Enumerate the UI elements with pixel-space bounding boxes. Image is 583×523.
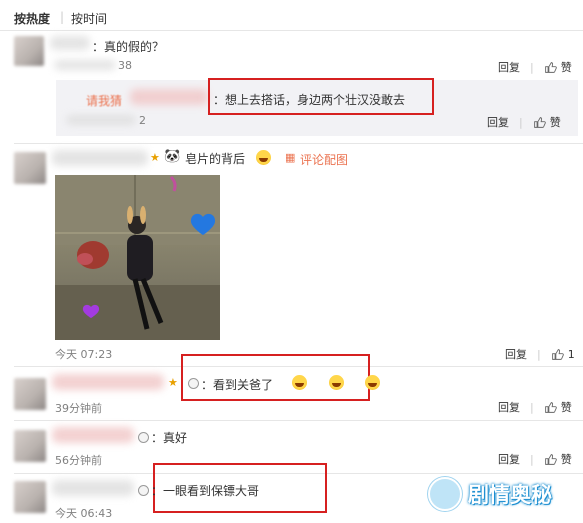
like-icon[interactable] [544, 401, 557, 414]
like-button[interactable]: 赞 [561, 59, 572, 75]
like-button[interactable]: 赞 [550, 114, 561, 130]
reply-username[interactable]: 请我猜 [86, 92, 122, 109]
blurred-time [54, 60, 116, 70]
action-separator: | [519, 115, 523, 129]
avatar[interactable] [14, 481, 46, 513]
laughing-emoji-icon [291, 375, 307, 390]
reply-button[interactable]: 回复 [498, 451, 520, 467]
comment-text: ：一眼看到保镖大哥 [151, 484, 260, 498]
avatar[interactable] [14, 36, 44, 66]
reply-button[interactable]: 回复 [498, 399, 520, 415]
divider [14, 420, 583, 421]
comment-time: 56分钟前 [55, 454, 102, 467]
comment-picture-link[interactable]: 评论配图 [300, 151, 348, 168]
blurred-username [130, 89, 208, 105]
watermark-text: 剧情奥秘 [468, 483, 552, 507]
blurred-username [52, 150, 148, 166]
comment-time: 39分钟前 [55, 402, 102, 415]
sort-by-hot[interactable]: 按热度 [14, 10, 50, 27]
action-separator: | [530, 60, 534, 74]
comment-actions: 回复 | 1 [505, 346, 575, 362]
comment-actions: 回复 | 赞 [498, 451, 572, 467]
comment-text: ：真好 [151, 431, 188, 445]
reply-button[interactable]: 回复 [505, 346, 527, 362]
avatar[interactable] [14, 430, 46, 462]
medal-icon [138, 485, 149, 496]
reply-actions: 回复 | 赞 [487, 114, 561, 130]
action-separator: | [530, 452, 534, 466]
like-icon[interactable] [544, 61, 557, 74]
blurred-username [50, 36, 90, 50]
badge-icon: ★ [168, 376, 178, 389]
sort-by-time[interactable]: 按时间 [71, 10, 107, 27]
reply-time: 2 [139, 114, 146, 127]
picture-link-icon[interactable]: ▦ [285, 151, 295, 164]
comment-time: 今天 07:23 [55, 348, 113, 361]
comment-time: 今天 06:43 [55, 507, 113, 520]
laughing-emoji-icon [328, 375, 344, 390]
reply-button[interactable]: 回复 [498, 59, 520, 75]
like-count: 1 [567, 347, 575, 361]
laughing-emoji-icon [256, 150, 271, 165]
badge-icon: ★ [150, 151, 160, 164]
medal-icon [138, 432, 149, 443]
blurred-username [52, 427, 134, 443]
like-icon[interactable] [551, 348, 564, 361]
reply-text: ：想上去搭话，身边两个壮汉没敢去 [213, 93, 406, 107]
watermark: 剧情奥秘 [428, 470, 578, 518]
sort-bar: 按热度 | 按时间 [0, 0, 583, 30]
like-button[interactable]: 赞 [561, 451, 572, 467]
panda-emoji-icon: 🐼 [164, 149, 181, 164]
avatar[interactable] [14, 378, 46, 410]
comment-time: 38 [118, 59, 132, 72]
action-separator: | [537, 347, 541, 361]
divider [14, 143, 583, 144]
like-button[interactable]: 赞 [561, 399, 572, 415]
watermark-logo-icon [428, 477, 462, 511]
blurred-username [52, 374, 164, 390]
sort-separator: | [60, 10, 65, 24]
blurred-time [66, 115, 136, 125]
comment-actions: 回复 | 赞 [498, 59, 572, 75]
action-separator: | [530, 400, 534, 414]
divider [0, 30, 583, 31]
laughing-emoji-icon [365, 375, 381, 390]
like-icon[interactable] [533, 116, 546, 129]
comment-actions: 回复 | 赞 [498, 399, 572, 415]
blurred-username [52, 480, 134, 496]
photo-scene [55, 175, 220, 340]
like-icon[interactable] [544, 453, 557, 466]
comment-text: 皂片的背后 [185, 152, 246, 166]
reply-button[interactable]: 回复 [487, 114, 509, 130]
comment-image[interactable] [55, 175, 220, 340]
comment-text: ：真的假的？ [92, 40, 165, 54]
avatar[interactable] [14, 152, 46, 184]
comment-text: ：看到关爸了 [201, 378, 274, 392]
